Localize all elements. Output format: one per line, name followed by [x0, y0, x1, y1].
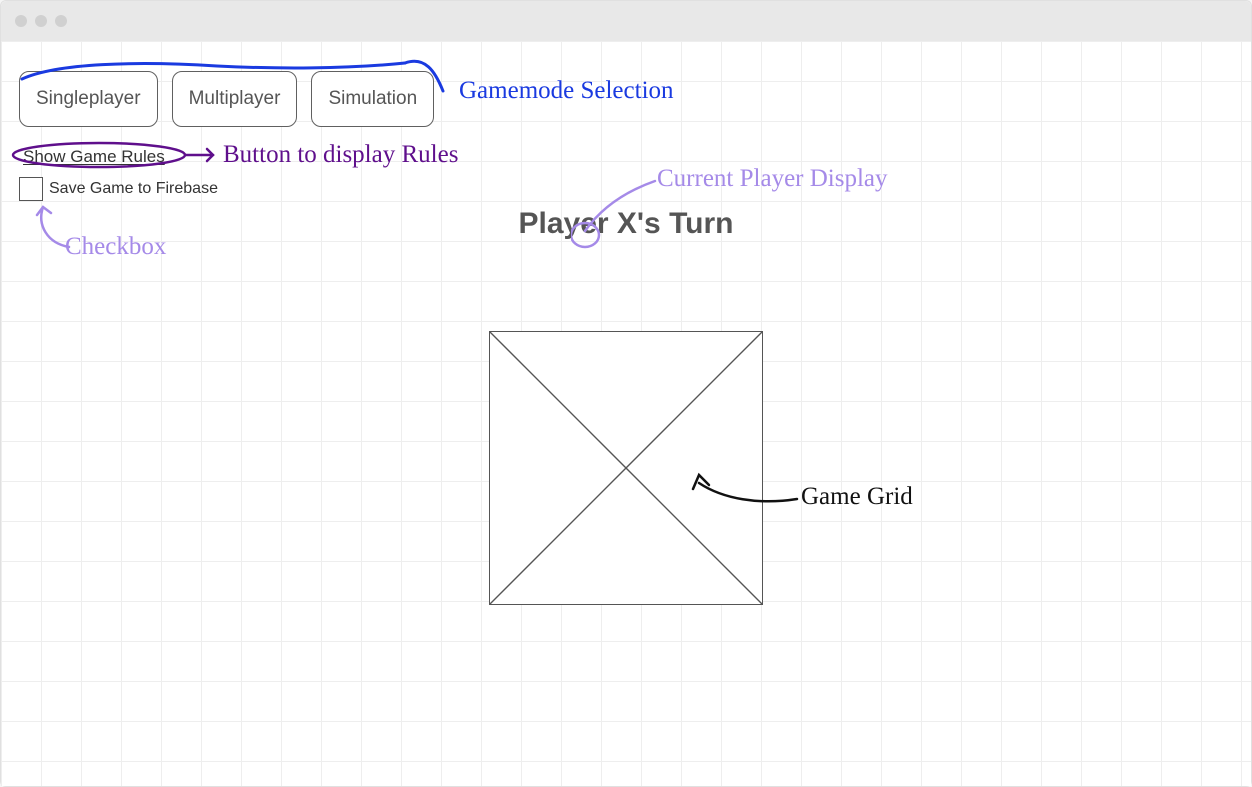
- window-minimize-icon[interactable]: [35, 15, 47, 27]
- save-firebase-checkbox[interactable]: Save Game to Firebase: [19, 177, 218, 201]
- annotation-current-player: Current Player Display: [657, 165, 888, 193]
- annotation-gamemode: Gamemode Selection: [459, 77, 674, 105]
- canvas: Singleplayer Multiplayer Simulation Show…: [1, 41, 1251, 786]
- window-close-icon[interactable]: [15, 15, 27, 27]
- tab-multiplayer[interactable]: Multiplayer: [172, 71, 298, 127]
- game-grid[interactable]: [489, 331, 763, 605]
- annotation-rules: Button to display Rules: [223, 141, 458, 169]
- checkbox-icon[interactable]: [19, 177, 43, 201]
- window-titlebar: [1, 1, 1251, 41]
- show-rules-button[interactable]: Show Game Rules: [23, 147, 165, 167]
- current-player-display: Player X's Turn: [1, 207, 1251, 241]
- tab-singleplayer[interactable]: Singleplayer: [19, 71, 158, 127]
- gamemode-tabs: Singleplayer Multiplayer Simulation: [19, 71, 434, 127]
- window-maximize-icon[interactable]: [55, 15, 67, 27]
- annotation-grid: Game Grid: [801, 483, 913, 511]
- image-placeholder-icon: [490, 332, 762, 604]
- tab-simulation[interactable]: Simulation: [311, 71, 434, 127]
- save-firebase-label: Save Game to Firebase: [49, 180, 218, 198]
